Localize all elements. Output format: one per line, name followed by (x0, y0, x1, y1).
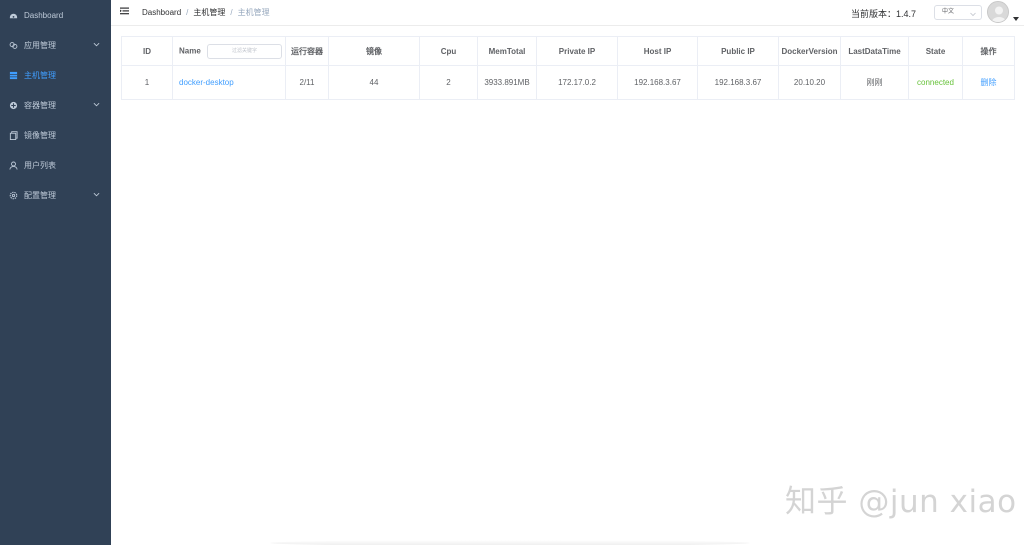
column-header-id: ID (121, 36, 173, 66)
column-header-public-ip: Public IP (697, 36, 779, 66)
sidebar-item-applications[interactable]: 应用管理 (0, 30, 111, 60)
settings-icon (8, 190, 18, 200)
sidebar-item-hosts[interactable]: 主机管理 (0, 60, 111, 90)
sidebar-item-users[interactable]: 用户列表 (0, 150, 111, 180)
cell-cpu: 2 (419, 65, 478, 100)
sidebar-item-containers[interactable]: 容器管理 (0, 90, 111, 120)
cell-images: 44 (328, 65, 420, 100)
sidebar-item-images[interactable]: 镜像管理 (0, 120, 111, 150)
cell-id: 1 (121, 65, 173, 100)
column-header-name-label: Name (179, 46, 201, 56)
cell-host-ip: 192.168.3.67 (617, 65, 698, 100)
column-header-cpu: Cpu (419, 36, 478, 66)
chevron-down-icon (93, 41, 101, 49)
sidebar-item-label: Dashboard (24, 10, 64, 20)
cell-docker-version: 20.10.20 (778, 65, 841, 100)
cell-private-ip: 172.17.0.2 (536, 65, 618, 100)
sidebar-item-label: 应用管理 (24, 40, 56, 50)
name-filter-input[interactable]: 过滤关键字 (207, 43, 283, 59)
sidebar: Dashboard 应用管理 主机管理 容器管理 镜像管理 用户列表 配置管理 (0, 0, 111, 545)
breadcrumb: Dashboard / 主机管理 / 主机管理 (142, 7, 270, 18)
cell-last-time: 刚刚 (840, 65, 909, 100)
cell-running: 2/11 (285, 65, 329, 100)
column-header-name: Name 过滤关键字 (172, 36, 286, 66)
application-icon (8, 40, 18, 50)
breadcrumb-separator: / (186, 8, 189, 17)
column-header-last-time: LastDataTime (840, 36, 909, 66)
sidebar-item-label: 配置管理 (24, 190, 56, 200)
bottom-shadow (270, 540, 750, 545)
column-header-host-ip: Host IP (617, 36, 698, 66)
column-header-state: State (908, 36, 963, 66)
top-navbar: Dashboard / 主机管理 / 主机管理 当前版本：1.4.7 中文 (111, 0, 1024, 26)
cell-state: connected (908, 65, 963, 100)
column-header-mem: MemTotal (477, 36, 537, 66)
table-row: 1 docker-desktop 2/11 44 2 3933.891MB 17… (121, 65, 1015, 100)
sidebar-item-settings[interactable]: 配置管理 (0, 180, 111, 210)
avatar[interactable] (987, 1, 1009, 23)
host-name-link[interactable]: docker-desktop (179, 78, 234, 87)
host-icon (8, 70, 18, 80)
status-badge: connected (917, 78, 954, 87)
user-icon (8, 160, 18, 170)
image-icon (8, 130, 18, 140)
host-table: ID Name 过滤关键字 运行容器 镜像 Cpu MemTotal Priva… (121, 36, 1015, 100)
caret-down-icon[interactable] (1013, 14, 1019, 21)
sidebar-item-dashboard[interactable]: Dashboard (0, 0, 111, 30)
version-label: 当前版本：1.4.7 (851, 9, 917, 19)
breadcrumb-host-management[interactable]: 主机管理 (193, 7, 225, 18)
cell-action: 删除 (962, 65, 1015, 100)
dashboard-icon (8, 10, 18, 20)
column-header-images: 镜像 (328, 36, 420, 66)
column-header-docker-version: DockerVersion (778, 36, 841, 66)
language-select-value: 中文 (942, 9, 955, 15)
column-header-action: 操作 (962, 36, 1015, 66)
column-header-running: 运行容器 (285, 36, 329, 66)
breadcrumb-current: 主机管理 (237, 8, 270, 17)
avatar-user-icon (988, 2, 1008, 22)
column-header-private-ip: Private IP (536, 36, 618, 66)
cell-name: docker-desktop (172, 65, 286, 100)
sidebar-item-label: 镜像管理 (24, 130, 56, 140)
table-header-row: ID Name 过滤关键字 运行容器 镜像 Cpu MemTotal Priva… (121, 36, 1015, 66)
watermark: 知乎 @jun xiao (785, 484, 1017, 520)
cell-public-ip: 192.168.3.67 (697, 65, 779, 100)
language-select[interactable]: 中文 (934, 5, 982, 20)
chevron-down-icon (93, 101, 101, 109)
container-icon (8, 100, 18, 110)
cell-mem: 3933.891MB (477, 65, 537, 100)
delete-button[interactable]: 删除 (981, 78, 997, 87)
chevron-down-icon (970, 10, 976, 17)
breadcrumb-dashboard[interactable]: Dashboard (142, 8, 181, 17)
breadcrumb-separator: / (230, 8, 233, 17)
sidebar-item-label: 主机管理 (24, 70, 56, 80)
chevron-down-icon (93, 191, 101, 199)
sidebar-item-label: 容器管理 (24, 100, 56, 110)
sidebar-item-label: 用户列表 (24, 160, 56, 170)
hamburger-menu-icon[interactable] (120, 7, 129, 16)
